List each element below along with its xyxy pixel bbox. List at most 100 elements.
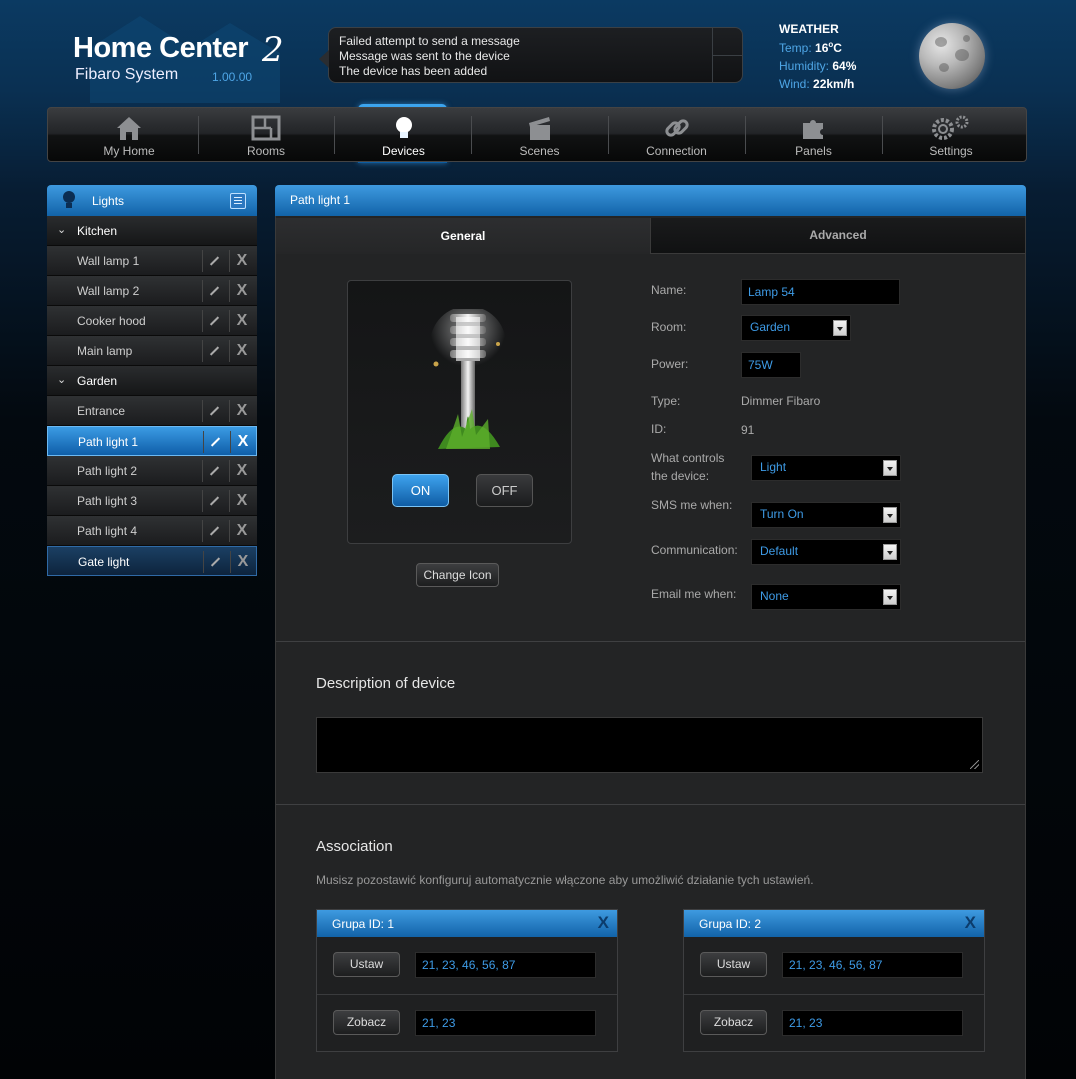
view-value-field[interactable]: 21, 23 (415, 1010, 596, 1036)
edit-pencil-icon[interactable] (202, 250, 225, 272)
delete-x-icon[interactable]: X (230, 431, 255, 453)
id-value: 91 (741, 423, 755, 437)
view-value-field[interactable]: 21, 23 (782, 1010, 963, 1036)
sidebar-item-main-lamp[interactable]: Main lamp X (47, 336, 257, 366)
moon-weather-icon (919, 23, 985, 89)
sidebar-item-entrance[interactable]: Entrance X (47, 396, 257, 426)
turn-on-button[interactable]: ON (392, 474, 449, 507)
tab-general[interactable]: General (276, 218, 650, 254)
power-field[interactable]: 75W (741, 352, 801, 378)
delete-x-icon[interactable]: X (229, 460, 254, 482)
delete-x-icon[interactable]: X (229, 520, 254, 542)
email-select[interactable]: None (751, 584, 901, 610)
view-button[interactable]: Zobacz (333, 1010, 400, 1035)
group-set-row: Ustaw 21, 23, 46, 56, 87 (684, 937, 984, 994)
chevron-down-icon (883, 544, 897, 560)
message-item: Failed attempt to send a message (339, 34, 520, 48)
section-divider (276, 641, 1025, 642)
communication-label: Communication: (651, 543, 738, 557)
turn-off-button[interactable]: OFF (476, 474, 533, 507)
communication-select[interactable]: Default (751, 539, 901, 565)
delete-x-icon[interactable]: X (229, 250, 254, 272)
edit-pencil-icon[interactable] (203, 551, 226, 573)
set-value-field[interactable]: 21, 23, 46, 56, 87 (415, 952, 596, 978)
edit-pencil-icon[interactable] (202, 490, 225, 512)
garden-lamp-icon (430, 309, 506, 449)
power-label: Power: (651, 357, 689, 371)
close-icon[interactable]: X (965, 913, 976, 933)
group-title: Grupa ID: 2 (699, 917, 762, 931)
association-group-2: Grupa ID: 2 X Ustaw 21, 23, 46, 56, 87 Z… (683, 909, 985, 1052)
edit-pencil-icon[interactable] (202, 400, 225, 422)
nav-item-scenes[interactable]: Scenes (471, 108, 608, 161)
delete-x-icon[interactable]: X (229, 310, 254, 332)
list-view-icon[interactable] (230, 193, 246, 209)
main-nav: My Home Rooms Devices Scenes Connection … (47, 107, 1027, 162)
group-set-row: Ustaw 21, 23, 46, 56, 87 (317, 937, 617, 994)
message-item: The device has been added (339, 64, 488, 78)
name-field[interactable]: Lamp 54 (741, 279, 900, 305)
weather-humidity: Humidity: 64% (779, 59, 856, 73)
delete-x-icon[interactable]: X (229, 280, 254, 302)
group-view-row: Zobacz 21, 23 (684, 994, 984, 1052)
app-title-number: 2 (262, 30, 284, 70)
chevron-down-icon (833, 320, 847, 336)
edit-pencil-icon[interactable] (202, 460, 225, 482)
controls-label: What controls the device: (651, 451, 725, 483)
nav-item-settings[interactable]: Settings (882, 108, 1020, 161)
device-icon-preview (347, 280, 572, 544)
nav-item-my-home[interactable]: My Home (60, 108, 198, 161)
weather-humidity-label: Humidity: (779, 59, 830, 73)
sidebar-category-kitchen[interactable]: ⌄ Kitchen (47, 216, 257, 246)
puzzle-icon (802, 120, 823, 139)
message-item: Message was sent to the device (339, 49, 510, 63)
delete-x-icon[interactable]: X (229, 400, 254, 422)
edit-pencil-icon[interactable] (203, 431, 226, 453)
sidebar-item-path-light-3[interactable]: Path light 3 X (47, 486, 257, 516)
description-title: Description of device (316, 675, 456, 692)
edit-pencil-icon[interactable] (202, 310, 225, 332)
delete-x-icon[interactable]: X (229, 490, 254, 512)
tab-advanced[interactable]: Advanced (650, 218, 1025, 254)
edit-pencil-icon[interactable] (202, 340, 225, 362)
lightbulb-icon (395, 117, 412, 138)
close-icon[interactable]: X (598, 913, 609, 933)
change-icon-button[interactable]: Change Icon (416, 563, 499, 587)
edit-pencil-icon[interactable] (202, 520, 225, 542)
sidebar-header: Lights (47, 185, 257, 216)
sidebar-item-path-light-2[interactable]: Path light 2 X (47, 456, 257, 486)
sidebar-item-path-light-4[interactable]: Path light 4 X (47, 516, 257, 546)
weather-temp: Temp: 16oC (779, 40, 842, 55)
nav-item-rooms[interactable]: Rooms (198, 108, 334, 161)
message-log[interactable]: Failed attempt to send a message Message… (319, 27, 743, 83)
sms-select[interactable]: Turn On (751, 502, 901, 528)
set-value-field[interactable]: 21, 23, 46, 56, 87 (782, 952, 963, 978)
sidebar-item-cooker-hood[interactable]: Cooker hood X (47, 306, 257, 336)
delete-x-icon[interactable]: X (229, 340, 254, 362)
set-button[interactable]: Ustaw (333, 952, 400, 977)
association-group-1: Grupa ID: 1 X Ustaw 21, 23, 46, 56, 87 Z… (316, 909, 618, 1052)
sidebar-item-gate-light[interactable]: Gate light X (47, 546, 257, 576)
description-textarea[interactable] (316, 717, 983, 773)
resize-grip-icon[interactable] (970, 760, 979, 769)
message-scrollbar[interactable] (712, 28, 742, 82)
clapperboard-icon (528, 117, 550, 140)
chevron-down-icon: ⌄ (57, 374, 67, 386)
room-select[interactable]: Garden (741, 315, 851, 341)
sidebar-item-wall-lamp-2[interactable]: Wall lamp 2 X (47, 276, 257, 306)
sidebar-category-garden[interactable]: ⌄ Garden (47, 366, 257, 396)
nav-item-devices[interactable]: Devices (359, 108, 448, 161)
nav-item-connection[interactable]: Connection (608, 108, 745, 161)
delete-x-icon[interactable]: X (230, 551, 255, 573)
nav-item-panels[interactable]: Panels (745, 108, 882, 161)
sidebar-item-path-light-1[interactable]: Path light 1 X (47, 426, 257, 456)
edit-pencil-icon[interactable] (202, 280, 225, 302)
set-button[interactable]: Ustaw (700, 952, 767, 977)
controls-select[interactable]: Light (751, 455, 901, 481)
device-panel-header: Path light 1 (275, 185, 1026, 216)
chevron-down-icon (883, 460, 897, 476)
view-button[interactable]: Zobacz (700, 1010, 767, 1035)
sidebar-item-wall-lamp-1[interactable]: Wall lamp 1 X (47, 246, 257, 276)
house-icon (117, 117, 141, 140)
association-note: Musisz pozostawić konfiguruj automatyczn… (316, 873, 814, 887)
